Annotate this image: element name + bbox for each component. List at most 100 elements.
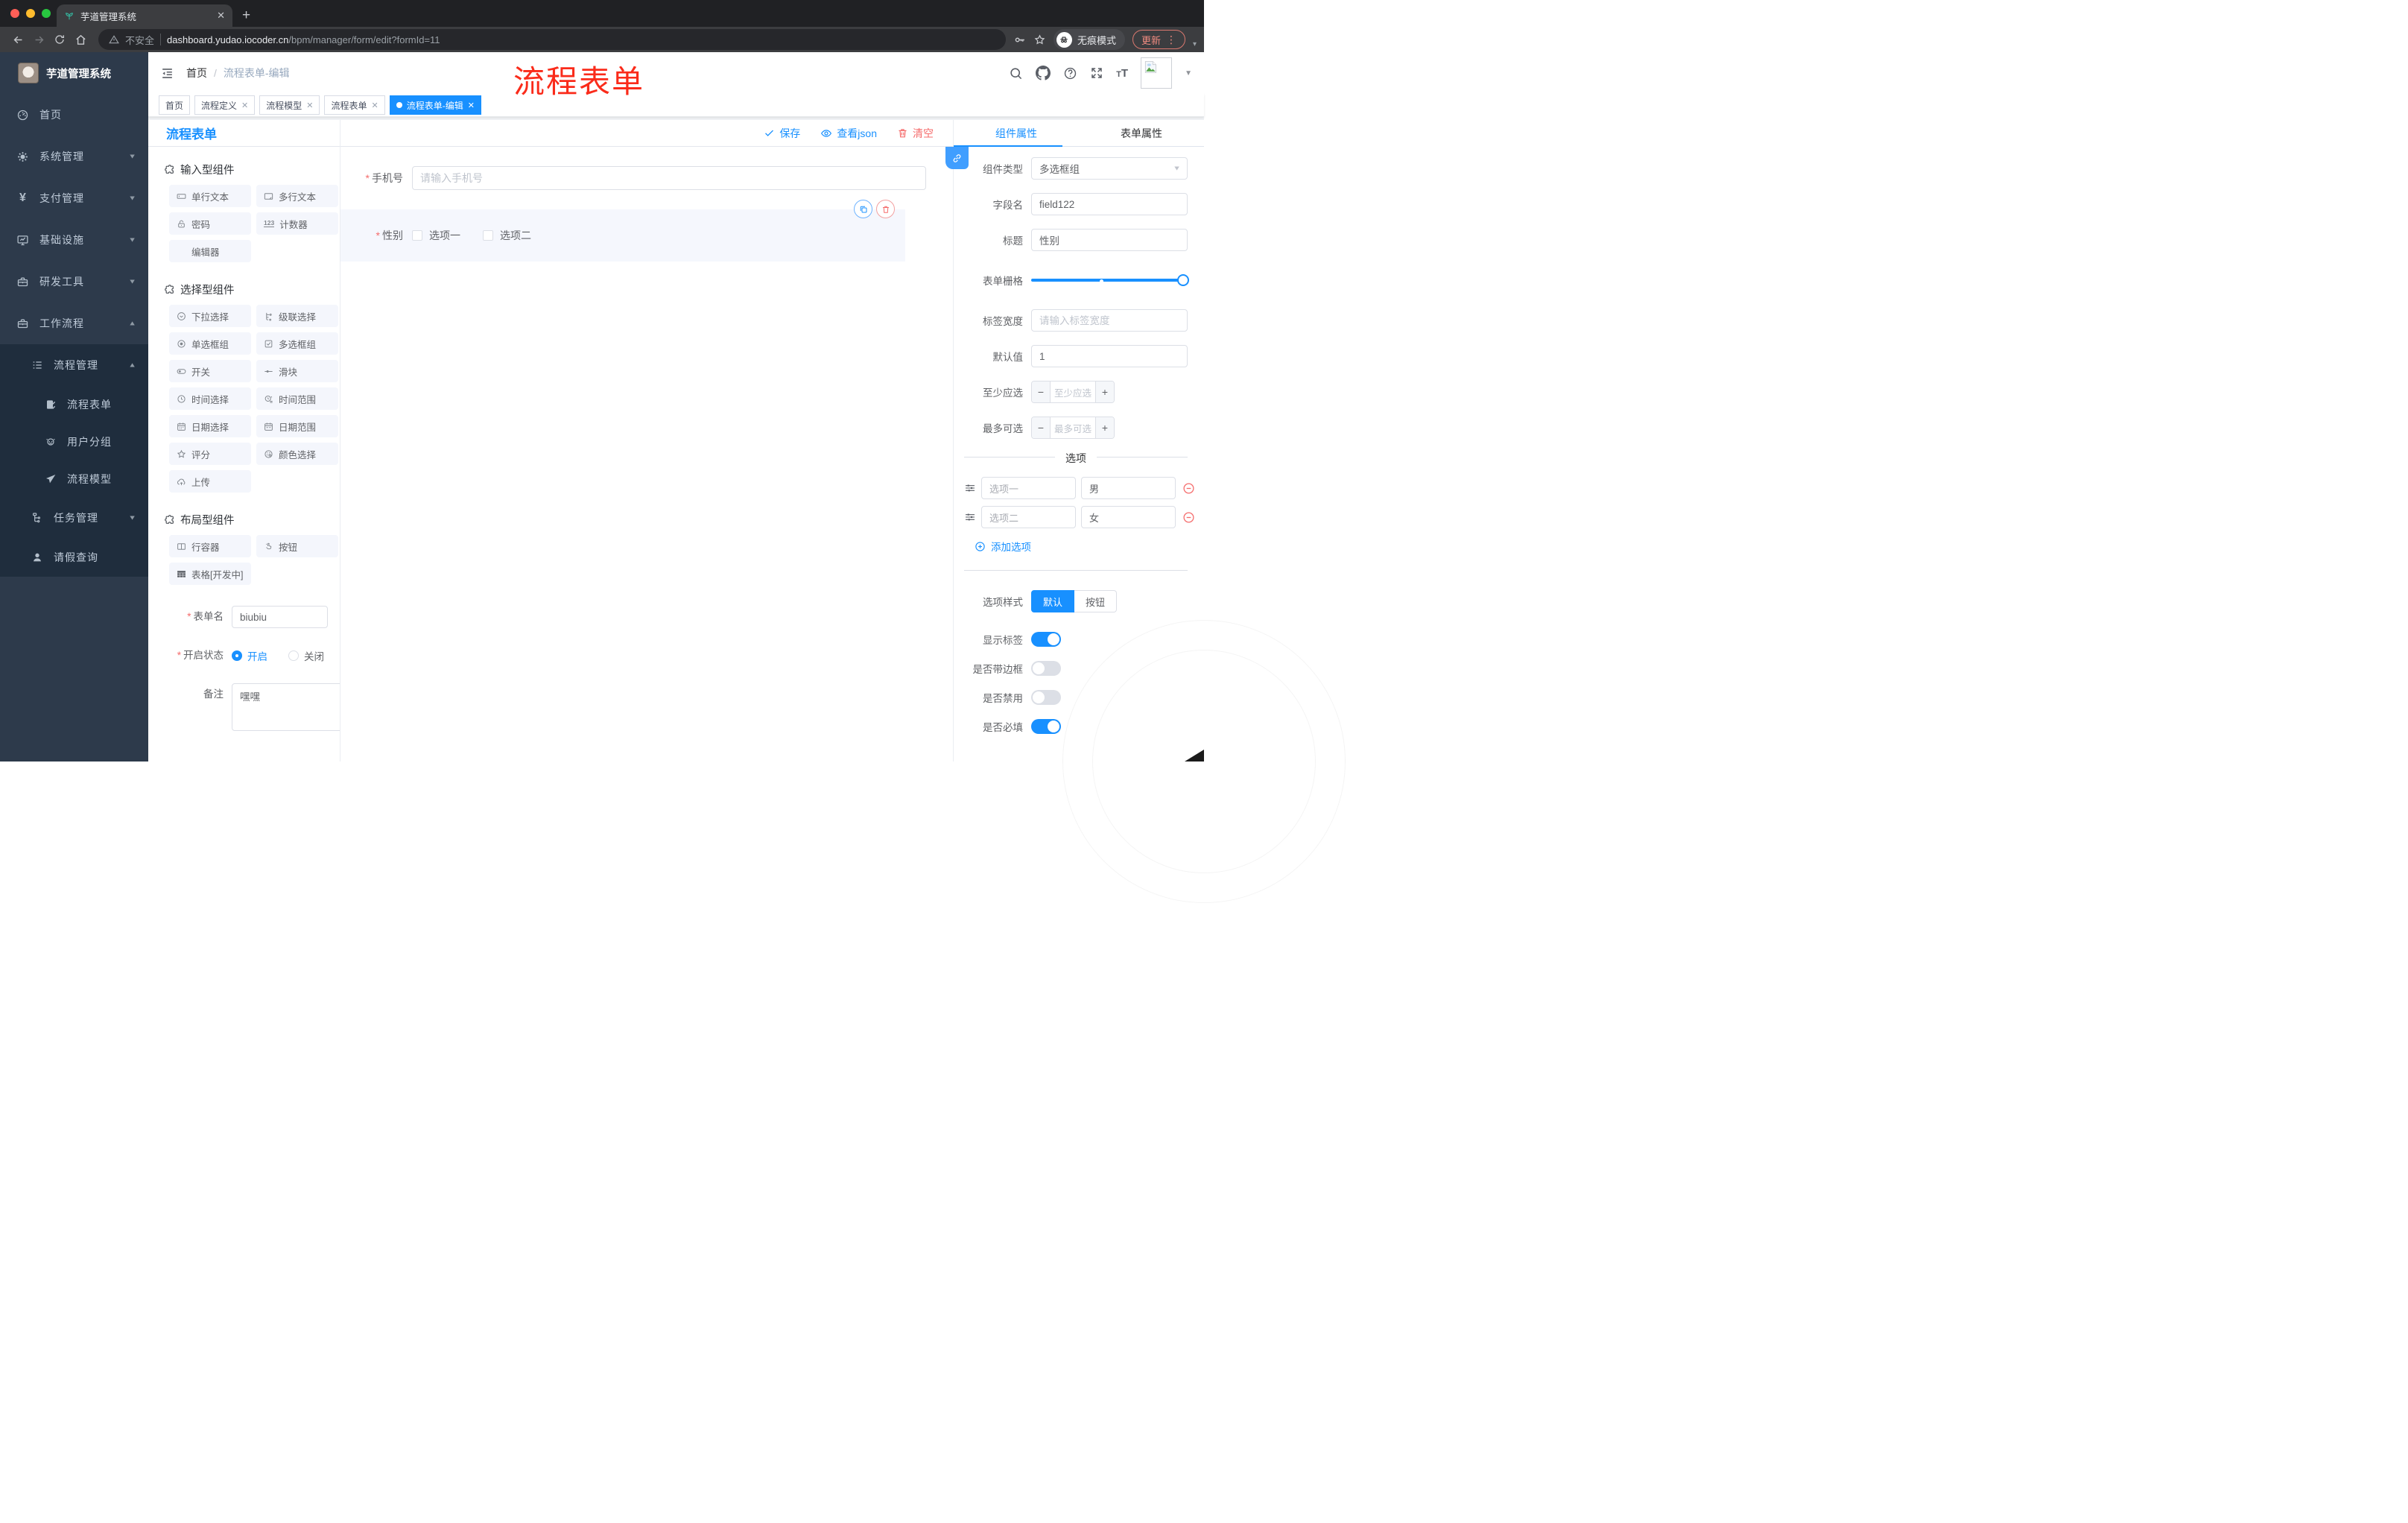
required-switch[interactable] — [1031, 719, 1061, 734]
sidebar-item-devtools[interactable]: 研发工具 ▼ — [0, 261, 148, 303]
component-cascader[interactable]: 级联选择 — [256, 305, 338, 327]
label-width-input[interactable] — [1031, 309, 1188, 332]
component-counter[interactable]: 123 计数器 — [256, 212, 338, 235]
clear-button[interactable]: 清空 — [897, 126, 934, 141]
back-button[interactable] — [7, 29, 28, 50]
sidebar-item-process-model[interactable]: 流程模型 — [0, 460, 148, 498]
sidebar-item-workflow[interactable]: 工作流程 ▲ — [0, 303, 148, 344]
decrease-button[interactable]: − — [1032, 417, 1051, 438]
component-date-picker[interactable]: 日期选择 — [169, 415, 251, 437]
component-button[interactable]: 按钮 — [256, 535, 338, 557]
decrease-button[interactable]: − — [1032, 381, 1051, 402]
sidebar-item-leave-query[interactable]: 请假查询 — [0, 537, 148, 577]
search-icon[interactable] — [1009, 66, 1023, 80]
component-password[interactable]: 密码 — [169, 212, 251, 235]
component-color-picker[interactable]: 颜色选择 — [256, 443, 338, 465]
style-default-button[interactable]: 默认 — [1031, 590, 1075, 612]
help-icon[interactable] — [1063, 66, 1077, 80]
show-label-switch[interactable] — [1031, 632, 1061, 647]
component-date-range[interactable]: 日期范围 — [256, 415, 338, 437]
browser-tab[interactable]: 芋道管理系统 ✕ — [57, 4, 232, 27]
tag-process-form-edit[interactable]: 流程表单-编辑 ✕ — [389, 95, 481, 115]
form-grid-slider[interactable] — [1031, 269, 1189, 291]
phone-field-row[interactable]: 手机号 — [340, 166, 953, 190]
tag-close-icon[interactable]: ✕ — [241, 101, 248, 110]
status-radio-on[interactable]: 开启 — [232, 648, 267, 663]
sidebar-item-home[interactable]: 首页 — [0, 94, 148, 136]
drag-handle-icon[interactable] — [964, 511, 976, 523]
reload-button[interactable] — [49, 29, 70, 50]
border-switch[interactable] — [1031, 661, 1061, 676]
component-time-range[interactable]: 时间范围 — [256, 387, 338, 410]
style-button-button[interactable]: 按钮 — [1074, 590, 1118, 612]
component-multi-text[interactable]: 多行文本 — [256, 185, 338, 207]
forward-button[interactable] — [28, 29, 49, 50]
tag-process-form[interactable]: 流程表单 ✕ — [324, 95, 385, 115]
sidebar-item-infra[interactable]: 基础设施 ▼ — [0, 219, 148, 261]
component-type-select[interactable]: 多选框组 ▼ — [1031, 157, 1188, 180]
bookmark-star-icon[interactable] — [1033, 34, 1046, 46]
user-avatar-broken-image[interactable] — [1141, 57, 1173, 89]
component-table[interactable]: 表格[开发中] — [169, 563, 251, 585]
view-json-button[interactable]: 查看json — [820, 126, 877, 141]
canvas-body[interactable]: 手机号 性别 选项一 — [340, 147, 953, 762]
tag-process-model[interactable]: 流程模型 ✕ — [259, 95, 320, 115]
component-slider[interactable]: 滑块 — [256, 360, 338, 382]
component-checkbox-group[interactable]: 多选框组 — [256, 332, 338, 355]
component-time-picker[interactable]: 时间选择 — [169, 387, 251, 410]
new-tab-button[interactable]: + — [242, 6, 250, 25]
component-row-container[interactable]: 行容器 — [169, 535, 251, 557]
component-switch[interactable]: 开关 — [169, 360, 251, 382]
option-name-input[interactable] — [981, 506, 1076, 528]
link-handle-tab[interactable] — [945, 147, 969, 169]
gender-option-2[interactable]: 选项二 — [483, 228, 531, 243]
slider-handle[interactable] — [1177, 274, 1189, 286]
default-value-input[interactable] — [1031, 345, 1188, 367]
sidebar-item-process-manage[interactable]: 流程管理 ▲ — [0, 344, 148, 386]
sidebar-item-task-manage[interactable]: 任务管理 ▼ — [0, 498, 148, 537]
title-input[interactable] — [1031, 229, 1188, 251]
form-remark-textarea[interactable]: 嘿嘿 — [232, 683, 340, 731]
sidebar-collapse-icon[interactable] — [160, 66, 174, 80]
fullscreen-icon[interactable] — [1090, 66, 1103, 80]
font-size-icon[interactable]: TT — [1116, 67, 1128, 80]
tag-close-icon[interactable]: ✕ — [468, 101, 475, 110]
tab-form-props[interactable]: 表单属性 — [1079, 120, 1204, 146]
copy-widget-button[interactable] — [854, 200, 872, 218]
sidebar-item-payment[interactable]: ¥ 支付管理 ▼ — [0, 177, 148, 219]
status-radio-off[interactable]: 关闭 — [288, 648, 324, 663]
tag-close-icon[interactable]: ✕ — [372, 101, 378, 110]
max-select-placeholder[interactable]: 最多可选 — [1051, 417, 1095, 438]
sidebar-logo[interactable]: 芋道管理系统 — [0, 52, 148, 94]
sidebar-item-user-group[interactable]: 用户分组 — [0, 423, 148, 460]
increase-button[interactable]: + — [1095, 417, 1114, 438]
tag-close-icon[interactable]: ✕ — [306, 101, 313, 110]
field-name-input[interactable] — [1031, 193, 1188, 215]
form-name-input[interactable] — [232, 606, 328, 628]
minimize-window-button[interactable] — [26, 9, 35, 18]
maximize-window-button[interactable] — [42, 9, 51, 18]
close-window-button[interactable] — [10, 9, 19, 18]
window-controls[interactable] — [10, 9, 51, 18]
gender-option-1[interactable]: 选项一 — [412, 228, 460, 243]
tab-close-icon[interactable]: ✕ — [217, 10, 225, 22]
tag-home[interactable]: 首页 — [159, 95, 191, 115]
save-button[interactable]: 保存 — [764, 126, 800, 141]
sidebar-item-process-form[interactable]: 流程表单 — [0, 386, 148, 423]
address-bar[interactable]: 不安全 dashboard.yudao.iocoder.cn/bpm/manag… — [98, 29, 1006, 50]
home-button[interactable] — [70, 29, 91, 50]
option-name-input[interactable] — [981, 477, 1076, 499]
component-editor[interactable]: 编辑器 — [169, 240, 251, 262]
drag-handle-icon[interactable] — [964, 482, 976, 494]
selected-widget-gender[interactable]: 性别 选项一 选项二 — [340, 200, 905, 262]
min-select-placeholder[interactable]: 至少应选 — [1051, 381, 1095, 402]
breadcrumb-home[interactable]: 首页 — [186, 66, 207, 80]
component-single-text[interactable]: 单行文本 — [169, 185, 251, 207]
github-icon[interactable] — [1036, 66, 1051, 80]
component-radio-group[interactable]: 单选框组 — [169, 332, 251, 355]
remove-option-button[interactable] — [1182, 511, 1195, 524]
password-key-icon[interactable] — [1013, 34, 1026, 46]
phone-field-input[interactable] — [412, 166, 926, 190]
tab-component-props[interactable]: 组件属性 — [954, 120, 1079, 146]
component-rate[interactable]: 评分 — [169, 443, 251, 465]
